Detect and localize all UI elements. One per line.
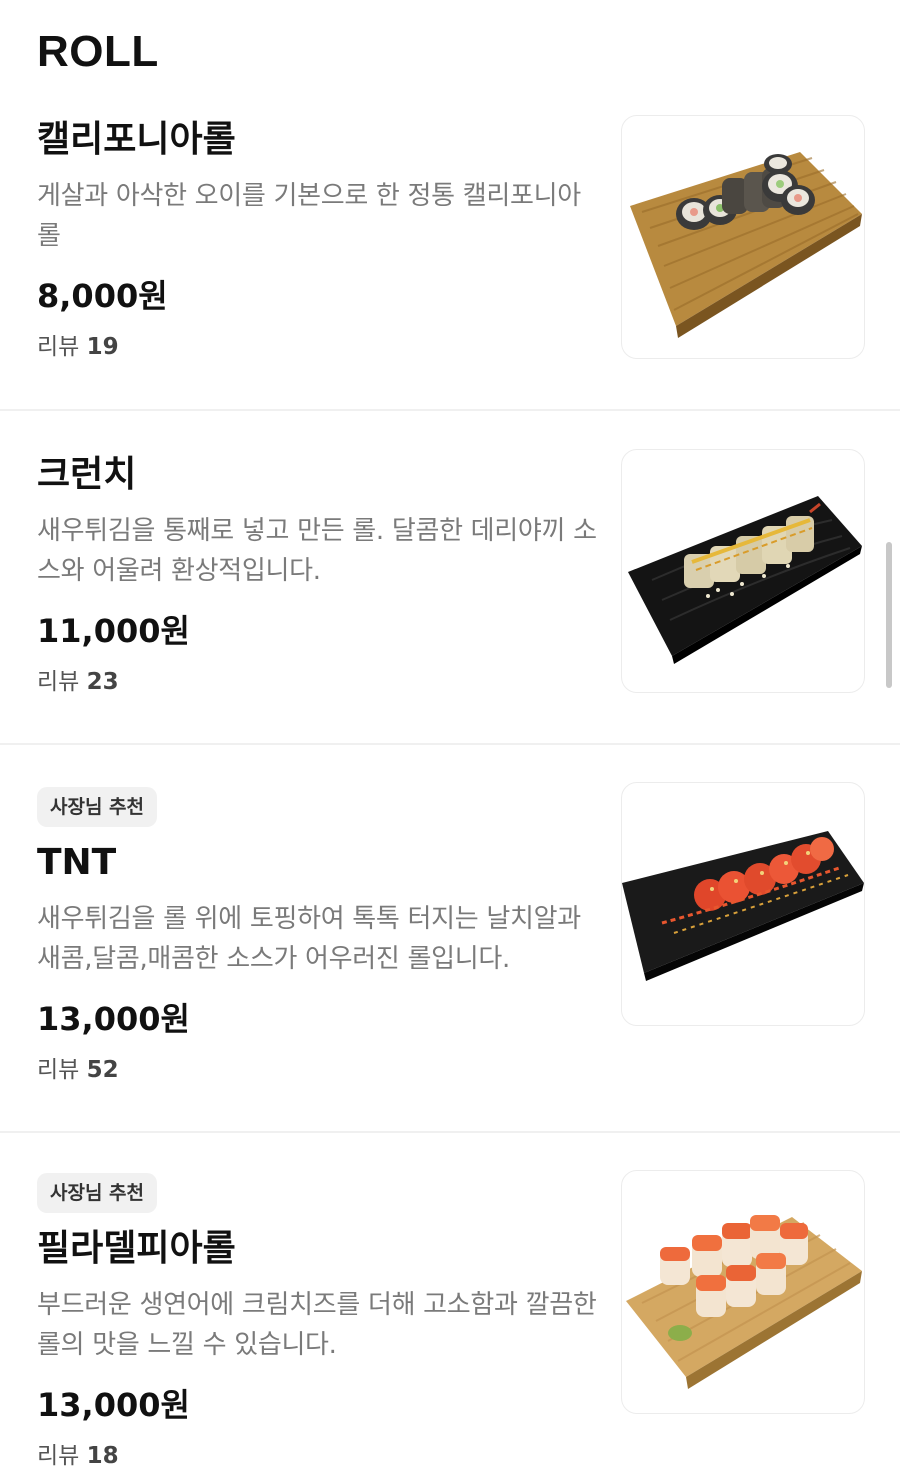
california-roll-image[interactable] [621, 115, 865, 359]
menu-item-california-roll[interactable]: 캘리포니아롤 게살과 아삭한 오이를 기본으로 한 정통 캘리포니아 롤 8,0… [0, 0, 900, 411]
item-description: 게살과 아삭한 오이를 기본으로 한 정통 캘리포니아 롤 [37, 181, 581, 251]
menu-item-tnt-roll[interactable]: 사장님 추천 TNT 새우튀김을 롤 위에 토핑하여 톡톡 터지는 날치알과 새… [0, 745, 900, 1133]
item-review: 리뷰 52 [37, 1053, 597, 1087]
menu-item-crunch-roll[interactable]: 크런치 새우튀김을 통째로 넣고 만든 롤. 달콤한 데리야끼 소스와 어울려 … [0, 411, 900, 745]
review-label: 리뷰 [37, 1057, 80, 1083]
item-name: 크런치 [37, 454, 137, 495]
item-info: 캘리포니아롤 게살과 아삭한 오이를 기본으로 한 정통 캘리포니아 롤 8,0… [37, 116, 597, 364]
menu-item-philadelphia-roll[interactable]: 사장님 추천 필라델피아롤 부드러운 생연어에 크림치즈를 더해 고소함과 깔끔… [0, 1133, 900, 1475]
item-name: 필라델피아롤 [37, 1228, 236, 1269]
review-count: 52 [86, 1057, 119, 1083]
item-info: 사장님 추천 필라델피아롤 부드러운 생연어에 크림치즈를 더해 고소함과 깔끔… [37, 1173, 597, 1473]
crunch-roll-image[interactable] [621, 449, 865, 693]
item-price: 8,000원 [37, 277, 168, 315]
item-name: 캘리포니아롤 [37, 119, 236, 160]
scrollbar[interactable] [886, 542, 892, 688]
item-review: 리뷰 23 [37, 665, 597, 699]
review-count: 18 [86, 1443, 119, 1469]
item-price: 11,000원 [37, 612, 190, 650]
review-label: 리뷰 [37, 334, 80, 360]
item-price: 13,000원 [37, 1000, 190, 1038]
item-review: 리뷰 19 [37, 330, 597, 364]
item-info: 사장님 추천 TNT 새우튀김을 롤 위에 토핑하여 톡톡 터지는 날치알과 새… [37, 787, 597, 1087]
item-price: 13,000원 [37, 1386, 190, 1424]
item-info: 크런치 새우튀김을 통째로 넣고 만든 롤. 달콤한 데리야끼 소스와 어울려 … [37, 451, 597, 699]
item-description: 부드러운 생연어에 크림치즈를 더해 고소함과 깔끔한 롤의 맛을 느낄 수 있… [37, 1290, 597, 1360]
recommend-badge: 사장님 추천 [37, 1173, 158, 1213]
recommend-badge: 사장님 추천 [37, 787, 158, 827]
review-label: 리뷰 [37, 669, 80, 695]
item-name: TNT [37, 842, 117, 883]
item-description: 새우튀김을 통째로 넣고 만든 롤. 달콤한 데리야끼 소스와 어울려 환상적입… [37, 516, 597, 586]
item-review: 리뷰 18 [37, 1439, 597, 1473]
review-label: 리뷰 [37, 1443, 80, 1469]
review-count: 19 [86, 334, 119, 360]
item-description: 새우튀김을 롤 위에 토핑하여 톡톡 터지는 날치알과 새콤,달콤,매콤한 소스… [37, 904, 581, 974]
tnt-roll-image[interactable] [621, 782, 865, 1026]
philadelphia-roll-image[interactable] [621, 1170, 865, 1414]
review-count: 23 [86, 669, 119, 695]
